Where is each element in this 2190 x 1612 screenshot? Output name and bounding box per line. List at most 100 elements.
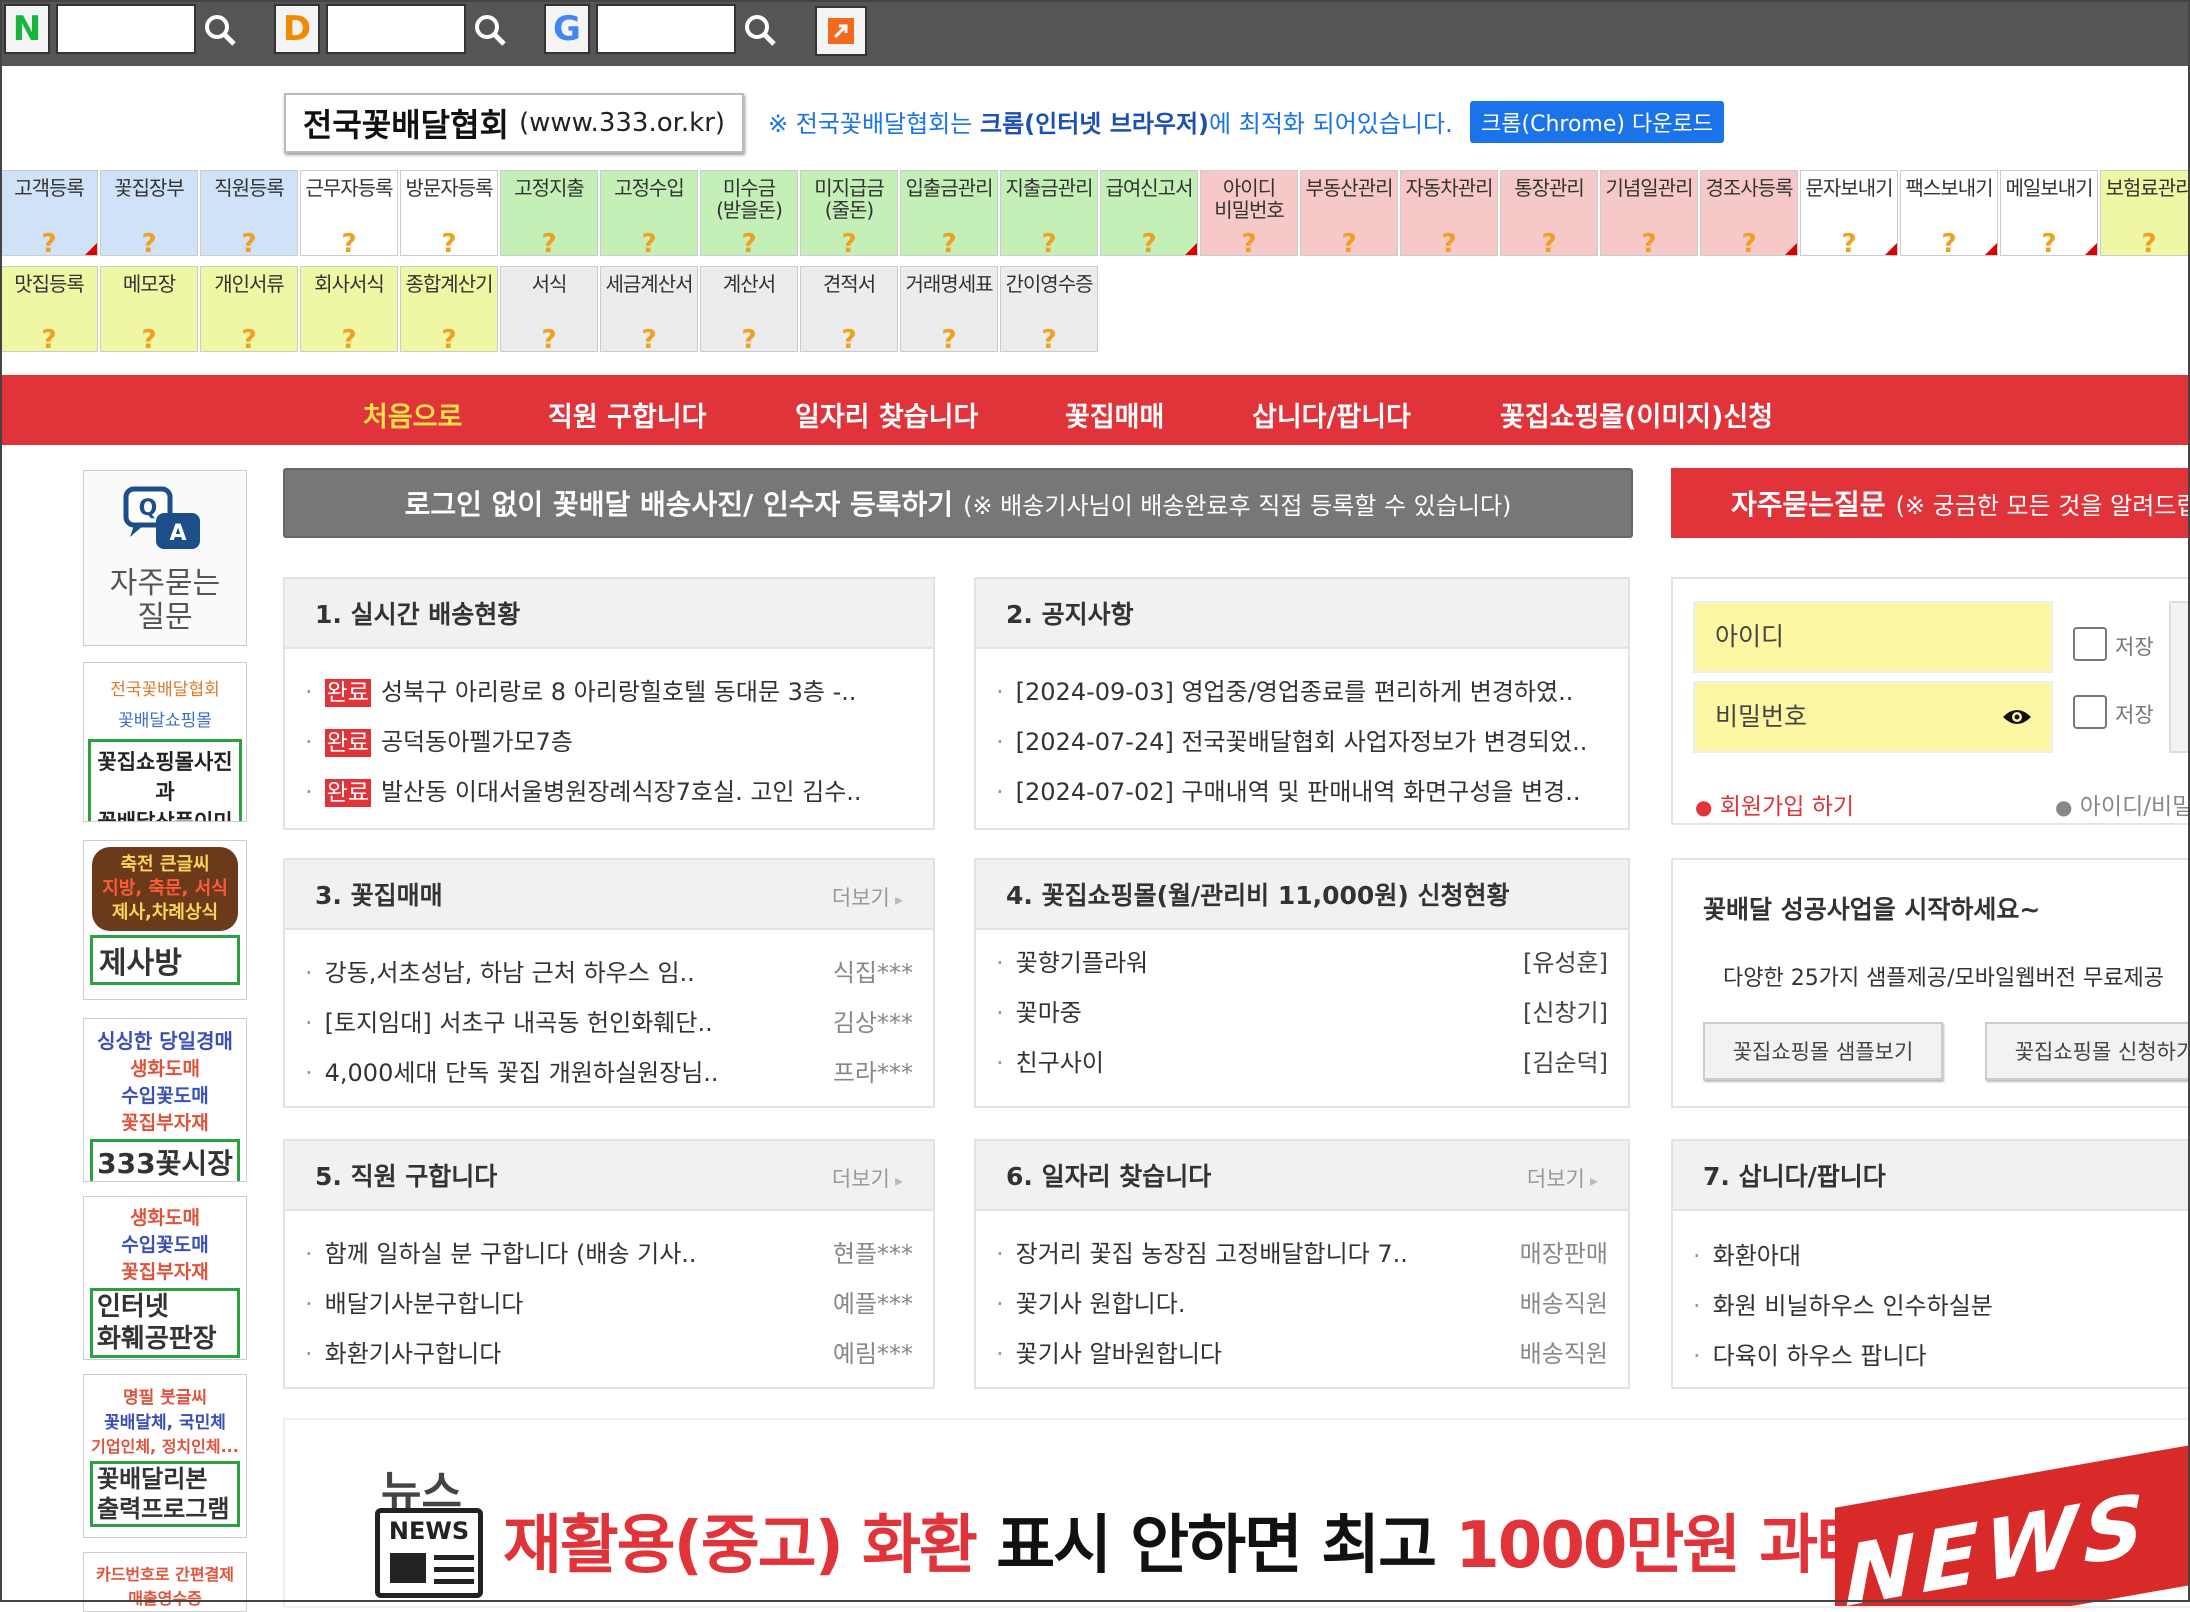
list-item[interactable]: · 다육이 하우스 팝니다 [1673,1331,2190,1381]
help-icon[interactable]: ? [1601,229,1697,255]
save-id-checkbox[interactable] [2073,627,2107,661]
list-item[interactable]: · 친구사이 [김순덕] [976,1038,1628,1088]
list-item[interactable]: · 화환아대 [1673,1231,2190,1281]
faq-banner[interactable]: 자주묻는질문 (※ 궁금한 모든 것을 알려드립니다) [1671,468,2190,538]
external-link-button[interactable] [815,6,867,56]
list-item[interactable]: · [2024-07-24] 전국꽃배달협회 사업자정보가 변경되었.. [976,717,1628,767]
menu-item[interactable]: 직원등록? [200,170,298,256]
menu-item[interactable]: 계산서? [700,266,798,352]
list-item[interactable]: · 완료 성북구 아리랑로 8 아리랑힐호텔 동대문 3층 -.. [285,667,933,717]
help-icon[interactable]: ? [201,325,297,351]
menu-item[interactable]: 경조사등록? [1700,170,1798,256]
signup-link[interactable]: ● 회원가입 하기 [1695,787,1854,821]
list-item[interactable]: · 함께 일하실 분 구합니다 (배송 기사.. 현플*** [285,1229,933,1279]
menu-item[interactable]: 미지급금 (줄돈)? [800,170,898,256]
menu-item[interactable]: 개인서류? [200,266,298,352]
menu-item[interactable]: 기념일관리? [1600,170,1698,256]
help-icon[interactable]: ? [201,229,297,255]
help-icon[interactable]: ? [501,325,597,351]
google-logo-icon[interactable]: G [544,4,590,54]
help-icon[interactable]: ? [801,325,897,351]
menu-item[interactable]: 고정수입? [600,170,698,256]
help-icon[interactable]: ? [401,229,497,255]
google-search-icon[interactable] [742,12,778,48]
nav-hiring[interactable]: 직원 구합니다 [548,395,706,434]
list-item[interactable]: · 꽃향기플라워 [유성훈] [976,938,1628,988]
menu-item[interactable]: 고객등록? [0,170,98,256]
nav-shopping-mall-apply[interactable]: 꽃집쇼핑몰(이미지)신청 [1500,395,1773,434]
help-icon[interactable]: ? [301,229,397,255]
help-icon[interactable]: ? [501,229,597,255]
menu-item[interactable]: 통장관리? [1500,170,1598,256]
delivery-photo-register-banner[interactable]: 로그인 없이 꽃배달 배송사진/ 인수자 등록하기 (※ 배송기사님이 배송완료… [283,468,1633,538]
sidebar-jesabang[interactable]: 축전 큰글씨 지방, 축문, 서식 제사,차례상식 제사방 [83,840,247,1000]
menu-item[interactable]: 부동산관리? [1300,170,1398,256]
help-icon[interactable]: ? [1901,229,1997,255]
help-icon[interactable]: ? [1101,229,1197,255]
list-item[interactable]: · 화원 비닐하우스 인수하실분 [1673,1281,2190,1331]
menu-item[interactable]: 메모장? [100,266,198,352]
menu-item[interactable]: 거래명세표? [900,266,998,352]
help-icon[interactable]: ? [101,325,197,351]
menu-item[interactable]: 급여신고서? [1100,170,1198,256]
help-icon[interactable]: ? [1201,229,1297,255]
help-icon[interactable]: ? [1401,229,1497,255]
help-icon[interactable]: ? [601,229,697,255]
menu-item[interactable]: 근무자등록? [300,170,398,256]
list-item[interactable]: · 완료 발산동 이대서울병원장례식장7호실. 고인 김수.. [285,767,933,817]
sidebar-ribbon-program[interactable]: 명필 붓글씨 꽃배달체, 국민체 기업인체, 정치인체... 꽃배달리본 출력프… [83,1374,247,1538]
nav-home[interactable]: 처음으로 [363,395,462,434]
list-item[interactable]: · 꽃기사 알바원합니다 배송직원 [976,1329,1628,1379]
help-icon[interactable]: ? [2001,229,2097,255]
help-icon[interactable]: ? [1,325,97,351]
help-icon[interactable]: ? [1,229,97,255]
menu-item[interactable]: 맛집등록? [0,266,98,352]
more-link[interactable]: 더보기 [832,882,903,912]
help-icon[interactable]: ? [1301,229,1397,255]
find-account-link[interactable]: ● 아이디/비밀번호 찾기 [2055,787,2190,821]
naver-search-icon[interactable] [202,12,238,48]
menu-item[interactable]: 보험료관리? [2100,170,2190,256]
apply-button[interactable]: 꽃집쇼핑몰 신청하기 [1985,1022,2190,1080]
site-logo[interactable]: 전국꽃배달협회 (www.333.or.kr) [284,93,744,153]
help-icon[interactable]: ? [701,325,797,351]
help-icon[interactable]: ? [401,325,497,351]
save-pw-checkbox[interactable] [2073,695,2107,729]
menu-item[interactable]: 메일보내기? [2000,170,2098,256]
menu-item[interactable]: 견적서? [800,266,898,352]
sidebar-internet-market[interactable]: 생화도매 수입꽃도매 꽃집부자재 인터넷 화훼공판장 [83,1196,247,1360]
menu-item[interactable]: 지출금관리? [1000,170,1098,256]
password-field[interactable]: 비밀번호 [1693,681,2053,753]
list-item[interactable]: · 강동,서초성남, 하남 근처 하우스 임.. 식집*** [285,948,933,998]
menu-item[interactable]: 문자보내기? [1800,170,1898,256]
menu-item[interactable]: 꽃집장부? [100,170,198,256]
help-icon[interactable]: ? [901,229,997,255]
help-icon[interactable]: ? [1801,229,1897,255]
chrome-download-button[interactable]: 크롬(Chrome) 다운로드 [1470,101,1724,143]
menu-item[interactable]: 간이영수증? [1000,266,1098,352]
menu-item[interactable]: 미수금 (받을돈)? [700,170,798,256]
help-icon[interactable]: ? [301,325,397,351]
help-icon[interactable]: ? [1501,229,1597,255]
login-button[interactable] [2169,601,2190,753]
naver-search-input[interactable] [56,4,196,54]
list-item[interactable]: · 꽃마중 [신창기] [976,988,1628,1038]
sidebar-faq[interactable]: Q A 자주묻는 질문 [83,470,247,646]
menu-item[interactable]: 아이디 비밀번호? [1200,170,1298,256]
google-search-input[interactable] [596,4,736,54]
sample-view-button[interactable]: 꽃집쇼핑몰 샘플보기 [1703,1022,1943,1080]
list-item[interactable]: · [2024-09-03] 영업중/영업종료를 편리하게 변경하였.. [976,667,1628,717]
menu-item[interactable]: 회사서식? [300,266,398,352]
list-item[interactable]: · [2024-07-02] 구매내역 및 판매내역 화면구성을 변경.. [976,767,1628,817]
menu-item[interactable]: 고정지출? [500,170,598,256]
more-link[interactable]: 더보기 [832,1163,903,1193]
menu-item[interactable]: 세금계산서? [600,266,698,352]
menu-item[interactable]: 자동차관리? [1400,170,1498,256]
help-icon[interactable]: ? [1001,325,1097,351]
more-link[interactable]: 더보기 [1527,1163,1598,1193]
daum-search-input[interactable] [326,4,466,54]
help-icon[interactable]: ? [1001,229,1097,255]
help-icon[interactable]: ? [601,325,697,351]
sidebar-card-payment[interactable]: 카드번호로 간편결제 매출영수증 [83,1552,247,1612]
menu-item[interactable]: 종합계산기? [400,266,498,352]
